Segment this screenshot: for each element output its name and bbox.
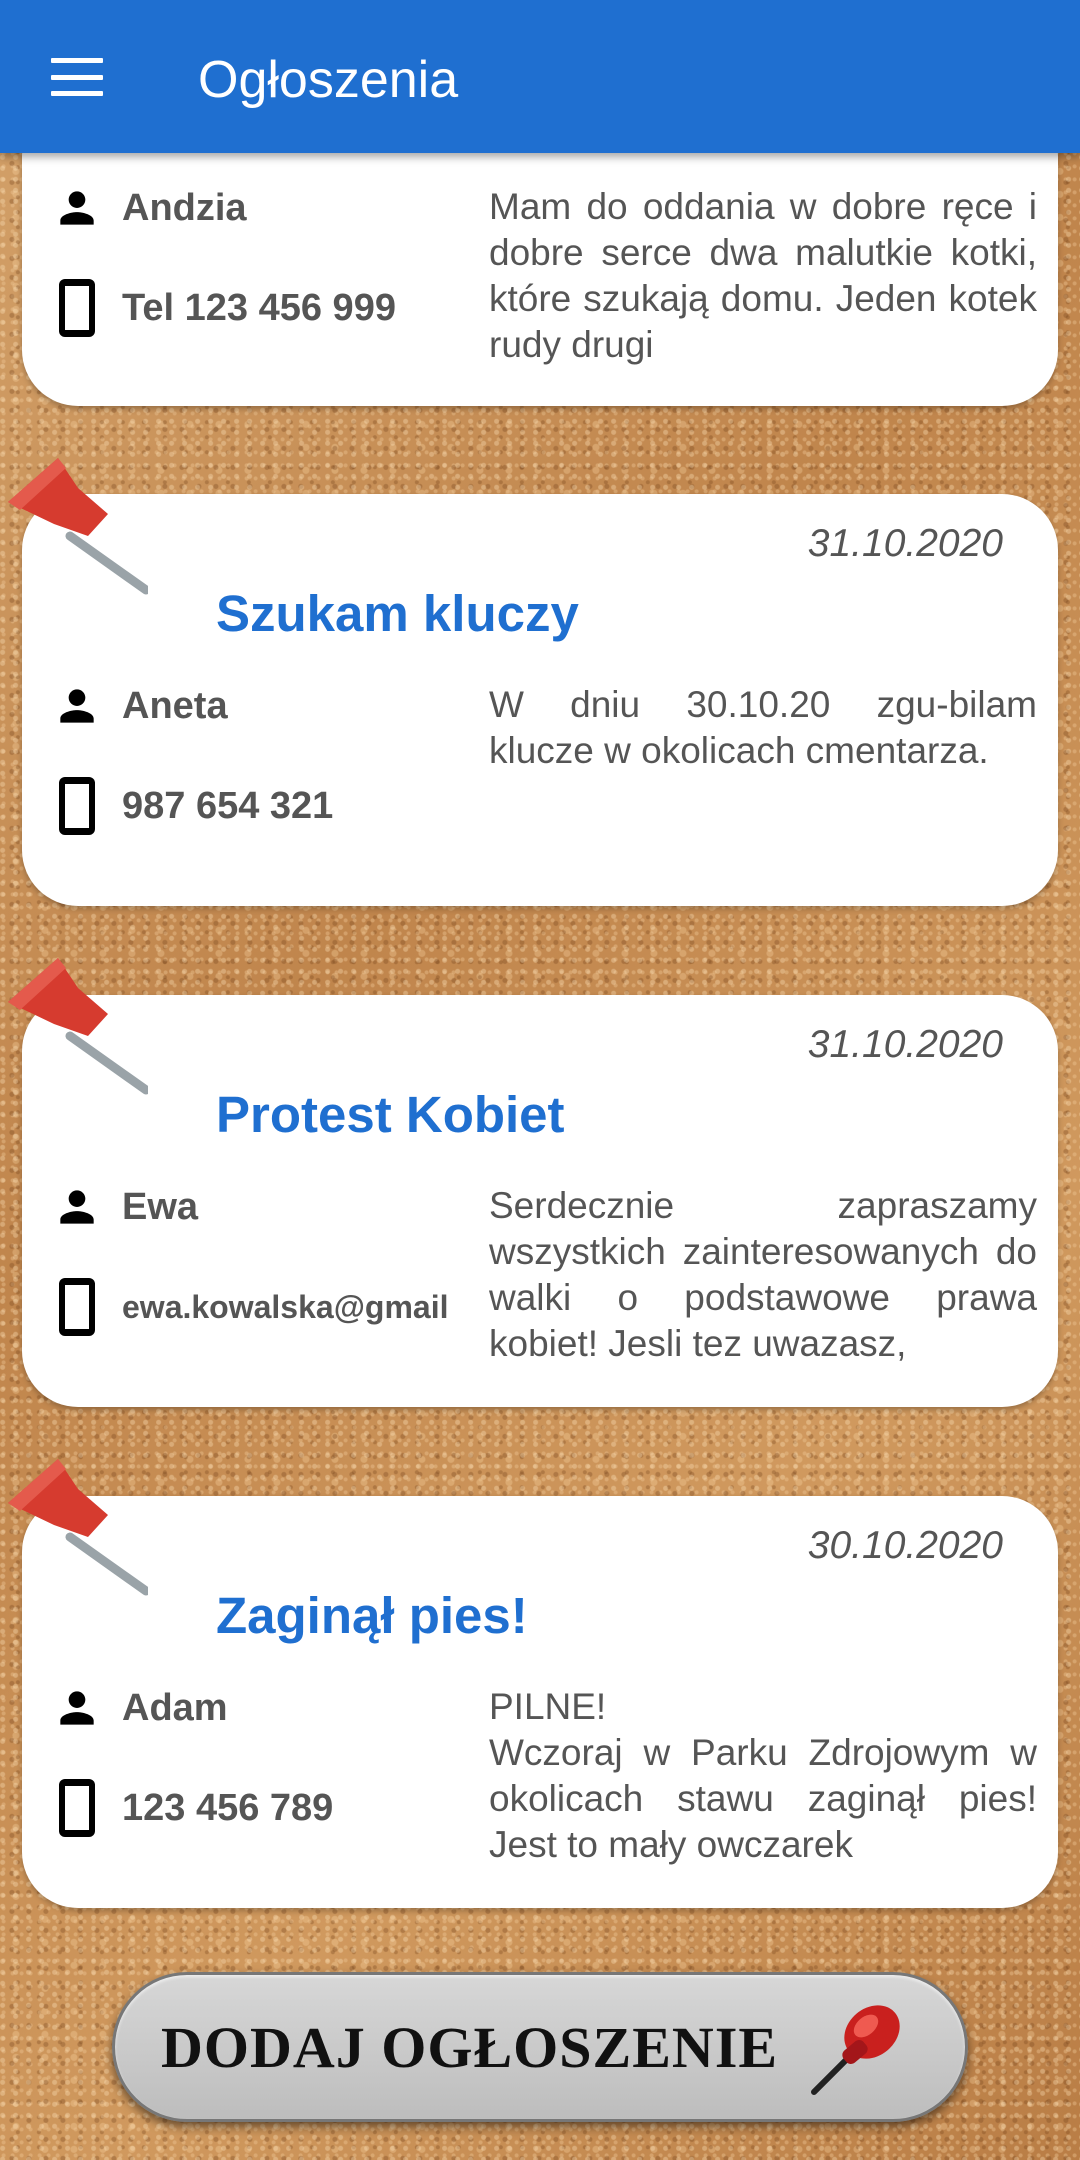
- person-icon: [52, 1678, 102, 1738]
- announcement-date: 31.10.2020: [807, 522, 1003, 565]
- contact-row: 987 654 321: [52, 776, 333, 836]
- announcement-date: 30.10.2020: [807, 1524, 1003, 1567]
- author-row: Adam: [52, 1678, 228, 1738]
- announcement-card[interactable]: 31.10.2020 Protest Kobiet Ewa ewa.kowals…: [22, 995, 1058, 1407]
- announcement-description-body: Wczoraj w Parku Zdrojowym w okolicach st…: [489, 1732, 1037, 1865]
- smartphone-icon: [52, 1778, 102, 1838]
- announcement-title: Szukam kluczy: [216, 585, 579, 642]
- announcement-card[interactable]: 30.10.2020 Zaginął pies! Adam 123 456 78…: [22, 1496, 1058, 1908]
- author-name: Adam: [122, 1686, 228, 1729]
- announcement-date: 31.10.2020: [807, 1023, 1003, 1066]
- author-name: Andzia: [122, 186, 247, 229]
- person-icon: [52, 1177, 102, 1237]
- author-name: Aneta: [122, 684, 228, 727]
- add-announcement-label: DODAJ OGŁOSZENIE: [161, 2014, 779, 2080]
- add-announcement-button[interactable]: DODAJ OGŁOSZENIE: [112, 1972, 968, 2122]
- contact-info[interactable]: 987 654 321: [122, 785, 333, 828]
- author-name: Ewa: [122, 1185, 199, 1228]
- announcement-description: PILNE! Wczoraj w Parku Zdrojowym w okoli…: [489, 1684, 1037, 1868]
- push-pin-icon: [8, 958, 148, 1095]
- page-title: Ogłoszenia: [198, 51, 459, 109]
- smartphone-icon: [52, 278, 102, 338]
- push-pin-icon: [8, 1459, 148, 1596]
- announcement-description: W dniu 30.10.20 zgu-bilam klucze w okoli…: [489, 684, 1037, 771]
- person-icon: [52, 676, 102, 736]
- announcement-title: Zaginął pies!: [216, 1587, 528, 1644]
- author-row: Ewa: [52, 1177, 198, 1237]
- person-icon: [52, 178, 102, 238]
- push-pin-icon: [811, 2005, 900, 2095]
- smartphone-icon: [52, 776, 102, 836]
- hamburger-menu-icon[interactable]: [44, 50, 110, 104]
- app-bar: Ogłoszenia: [0, 0, 1080, 153]
- contact-info[interactable]: ewa.kowalska@gmail: [122, 1289, 448, 1326]
- author-row: Aneta: [52, 676, 228, 736]
- contact-info[interactable]: Tel 123 456 999: [122, 287, 396, 330]
- contact-row: ewa.kowalska@gmail: [52, 1277, 448, 1337]
- announcement-description-heading: PILNE!: [489, 1686, 607, 1727]
- contact-row: Tel 123 456 999: [52, 278, 396, 338]
- smartphone-icon: [52, 1277, 102, 1337]
- push-pin-icon: [8, 458, 148, 595]
- announcement-description: Serdecznie zapraszamy wszystkich zainter…: [489, 1185, 1037, 1364]
- author-row: Andzia: [52, 178, 247, 238]
- announcement-card[interactable]: 31.10.2020 Szukam kluczy Aneta 987 654 3…: [22, 494, 1058, 906]
- contact-info[interactable]: 123 456 789: [122, 1787, 333, 1830]
- announcement-description: Mam do oddania w dobre ręce i dobre serc…: [489, 186, 1037, 365]
- contact-row: 123 456 789: [52, 1778, 333, 1838]
- announcement-title: Protest Kobiet: [216, 1086, 565, 1143]
